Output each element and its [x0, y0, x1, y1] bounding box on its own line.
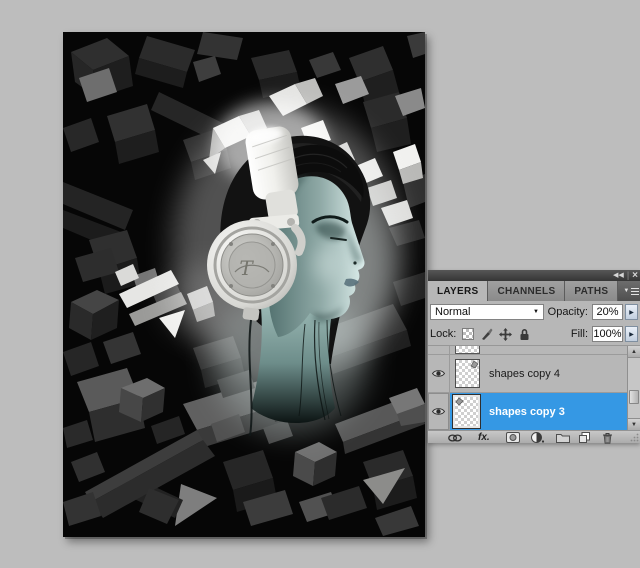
- transparency-checker-icon: [462, 328, 474, 340]
- new-layer-button[interactable]: [579, 432, 590, 443]
- panel-dock-header: ◀◀ | ×: [428, 270, 640, 281]
- lock-transparent-pixels-button[interactable]: [461, 328, 474, 341]
- scroll-down-button[interactable]: ▼: [628, 418, 640, 430]
- layer-thumbnail[interactable]: [453, 395, 480, 428]
- scroll-up-button[interactable]: ▲: [628, 346, 640, 358]
- photoshop-workspace: T ◀◀ | × LAYERS CHANNELS PATHS ▼ Normal …: [0, 0, 640, 568]
- link-layers-button[interactable]: [448, 432, 462, 443]
- layers-list: shapes copy 4 shapes copy 3: [428, 346, 640, 430]
- layer-row-partial[interactable]: [428, 346, 627, 355]
- visibility-cell[interactable]: [428, 346, 450, 354]
- resize-grip-icon: [630, 433, 639, 442]
- svg-text:T: T: [239, 256, 254, 280]
- lock-label: Lock:: [430, 328, 456, 340]
- fill-value: 100%: [593, 328, 621, 340]
- delete-layer-button[interactable]: [602, 432, 613, 443]
- link-icon: [448, 434, 462, 442]
- lock-image-pixels-button[interactable]: [480, 328, 493, 341]
- scroll-thumb[interactable]: [629, 390, 639, 404]
- opacity-label: Opacity:: [548, 306, 588, 318]
- lock-icon: [518, 328, 531, 341]
- layers-panel: ◀◀ | × LAYERS CHANNELS PATHS ▼ Normal ▼ …: [428, 270, 640, 443]
- panel-resize-grip[interactable]: [630, 432, 639, 443]
- fill-slider-button[interactable]: ▶: [625, 326, 638, 342]
- collapse-to-icons-icon[interactable]: ◀◀: [613, 272, 624, 279]
- layer-mask-icon: [506, 432, 520, 443]
- blend-options-row: Normal ▼ Opacity: 20% ▶: [428, 301, 640, 323]
- fill-label: Fill:: [571, 328, 588, 340]
- new-group-button[interactable]: [556, 432, 570, 443]
- lock-all-button[interactable]: [518, 328, 531, 341]
- layers-scrollbar[interactable]: ▲ ▼: [627, 346, 640, 430]
- layer-thumbnail[interactable]: [455, 359, 480, 388]
- thumbnail-shape-mark: [455, 397, 464, 406]
- layer-style-button[interactable]: fx.: [478, 432, 490, 443]
- adjustment-layer-icon: [531, 432, 545, 443]
- layers-panel-toolbar: fx.: [428, 430, 640, 443]
- menu-lines-icon: [631, 288, 639, 295]
- eye-icon: [432, 369, 445, 378]
- slider-arrow-icon: ▶: [629, 309, 634, 316]
- lock-options-row: Lock:: [428, 323, 640, 346]
- visibility-toggle[interactable]: [428, 393, 450, 430]
- opacity-value: 20%: [596, 306, 618, 318]
- new-layer-icon: [579, 432, 590, 443]
- tab-channels[interactable]: CHANNELS: [488, 281, 565, 301]
- panel-menu-icon[interactable]: ▼: [618, 281, 640, 301]
- layer-thumbnail-partial: [455, 346, 480, 354]
- layer-row-shapes-copy-3[interactable]: shapes copy 3: [428, 393, 627, 430]
- add-layer-mask-button[interactable]: [506, 432, 520, 443]
- visibility-toggle[interactable]: [428, 355, 450, 392]
- thumbnail-shape-mark: [470, 360, 479, 369]
- blend-mode-value: Normal: [435, 306, 470, 318]
- fill-field[interactable]: 100%: [592, 326, 623, 342]
- close-panel-icon[interactable]: ×: [632, 271, 638, 281]
- chevron-down-icon: ▼: [533, 309, 539, 315]
- tab-paths[interactable]: PATHS: [565, 281, 618, 301]
- artwork-image: T: [63, 32, 425, 537]
- document-canvas[interactable]: T: [63, 32, 425, 537]
- new-adjustment-layer-button[interactable]: [531, 432, 545, 443]
- move-icon: [499, 328, 512, 341]
- layer-name[interactable]: shapes copy 4: [489, 368, 560, 380]
- lock-position-button[interactable]: [499, 328, 512, 341]
- tab-layers[interactable]: LAYERS: [428, 281, 488, 301]
- fx-icon: fx.: [478, 433, 490, 443]
- dock-header-separator: |: [627, 271, 629, 280]
- opacity-field[interactable]: 20%: [592, 304, 623, 320]
- brush-icon: [480, 328, 493, 341]
- panel-tab-bar: LAYERS CHANNELS PATHS ▼: [428, 281, 640, 301]
- trash-icon: [602, 432, 613, 444]
- menu-arrow-icon: ▼: [623, 288, 629, 294]
- slider-arrow-icon: ▶: [629, 331, 634, 338]
- folder-icon: [556, 433, 570, 443]
- layer-row-shapes-copy-4[interactable]: shapes copy 4: [428, 355, 627, 393]
- eye-icon: [432, 407, 445, 416]
- opacity-slider-button[interactable]: ▶: [625, 304, 638, 320]
- blend-mode-select[interactable]: Normal ▼: [430, 304, 544, 320]
- layer-name[interactable]: shapes copy 3: [489, 406, 565, 418]
